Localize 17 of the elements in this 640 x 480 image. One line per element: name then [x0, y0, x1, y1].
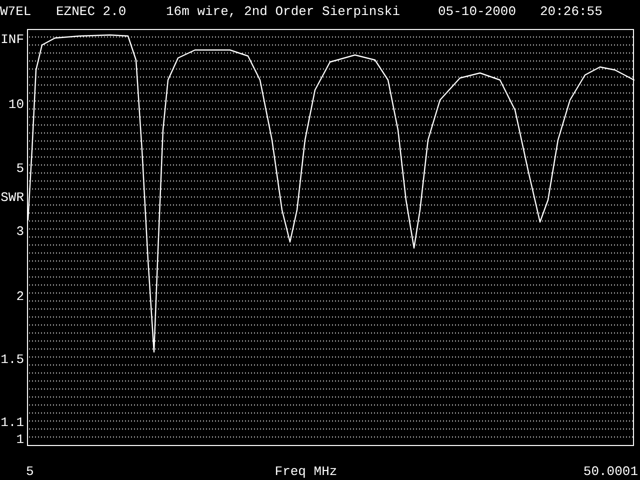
program-name: EZNEC 2.0	[56, 4, 128, 19]
plot-title: 16m wire, 2nd Order Sierpinski	[166, 4, 402, 19]
y-tick-label: 1.5	[0, 352, 24, 367]
y-tick-label: 1.1	[0, 415, 24, 430]
y-tick-label: 2	[16, 289, 24, 304]
author-label: W7EL	[0, 4, 32, 19]
y-axis-title: SWR	[0, 190, 24, 205]
y-tick-label: 10	[8, 97, 24, 112]
y-tick-label: INF	[0, 32, 24, 47]
y-tick-label: 5	[16, 161, 24, 176]
y-tick-label: 3	[16, 224, 24, 239]
x-axis-title: Freq MHz	[274, 464, 338, 479]
time-label: 20:26:55	[540, 4, 604, 19]
x-tick-label: 5	[26, 464, 34, 479]
x-tick-label: 50.0001	[583, 464, 638, 479]
y-tick-label: 1	[16, 432, 24, 447]
date-label: 05-10-2000	[438, 4, 518, 19]
